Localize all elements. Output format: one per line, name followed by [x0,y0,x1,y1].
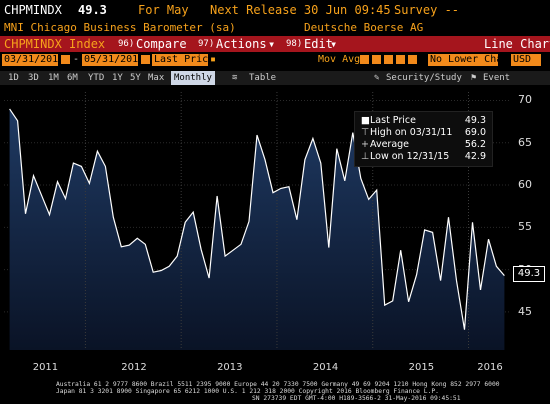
tee-up-icon: ⊤ [361,127,370,138]
square-icon: ■ [361,115,370,126]
series-description: MNI Chicago Business Barometer (sa) [4,21,236,34]
y-tick-label: 65 [518,135,532,149]
legend-label: High on 03/31/11 [370,127,453,138]
mov-avg-toggle[interactable] [372,55,381,64]
actions-num: 97) [198,39,215,49]
range-1m[interactable]: 1M [48,71,59,85]
x-tick-label: 2015 [408,362,435,373]
mov-avg-label[interactable]: Mov Avg [318,53,360,67]
end-date-field[interactable]: 05/31/2016 [82,54,144,66]
ticker-symbol: CHPMINDX [4,3,62,17]
edit-num: 98) [286,39,303,49]
next-release: Next Release 30 Jun 09:45 [210,3,391,17]
edit-button[interactable]: Edit [304,36,333,52]
x-tick-label: 2013 [217,362,243,373]
range-5y[interactable]: 5Y [130,71,141,85]
range-ytd[interactable]: YTD [88,71,104,85]
legend-high: ⊤ High on 03/31/11 69.0 [361,127,490,139]
chart-legend[interactable]: ■ Last Price 49.3 ⊤ High on 03/31/11 69.… [354,111,493,167]
chart-type-label[interactable]: Line Chart [484,36,550,52]
date-separator: - [73,54,80,65]
toolbar: CHPMINDX Index 96) Compare 97) Actions ▾… [0,36,550,52]
legend-last-price: ■ Last Price 49.3 [361,115,490,127]
edit-dropdown-icon: ▾ [330,37,338,51]
compare-num: 96) [118,39,135,49]
compare-button[interactable]: Compare [136,36,187,52]
legend-low: ⊥ Low on 12/31/15 42.9 [361,151,490,163]
plus-icon: + [361,139,369,150]
actions-dropdown-icon: ▾ [268,37,276,51]
footer-line-2: Japan 81 3 3201 8900 Singapore 65 6212 1… [56,388,439,395]
date-controls: 03/31/2011 - 05/31/2016 Last Price ▪ Mov… [0,53,550,67]
security-study-button[interactable]: Security/Study [386,71,462,85]
range-3d[interactable]: 3D [28,71,39,85]
currency-select[interactable]: USD [511,54,541,66]
actions-button[interactable]: Actions [216,36,267,52]
y-tick-label: 70 [518,93,532,107]
lower-chart-select[interactable]: No Lower Chart [428,54,514,66]
footer-line-1: Australia 61 2 9777 8600 Brazil 5511 239… [56,381,500,388]
line-icon: ▪ [210,54,217,65]
range-1y[interactable]: 1Y [112,71,123,85]
mov-avg-toggle[interactable] [408,55,417,64]
start-date-field[interactable]: 03/31/2011 [2,54,64,66]
footer-line-3: SN 273739 EDT GMT-4:00 H189-3566-2 31-Ma… [252,395,461,402]
last-price-tag: 49.3 [513,266,545,282]
footer: Australia 61 2 9777 8600 Brazil 5511 239… [0,379,550,404]
legend-average: + Average 56.2 [361,139,490,151]
x-tick-label: 2014 [312,362,339,373]
table-button[interactable]: Table [249,71,276,85]
data-source: Deutsche Boerse AG [304,21,424,34]
legend-value: 56.2 [464,139,486,150]
event-button[interactable]: Event [483,71,510,85]
event-icon: ⚑ [471,73,477,83]
calendar-icon[interactable] [141,55,150,64]
range-max[interactable]: Max [148,71,164,85]
tee-down-icon: ⊥ [361,151,370,162]
legend-label: Average [370,139,410,150]
frequency-select[interactable]: Monthly [171,71,215,85]
legend-label: Low on 12/31/15 [370,151,450,162]
description-row: MNI Chicago Business Barometer (sa) Deut… [0,20,550,35]
security-field[interactable]: CHPMINDX Index [4,36,105,52]
table-chart-icon: ≋ [232,73,238,83]
y-tick-label: 45 [518,304,532,318]
range-6m[interactable]: 6M [67,71,78,85]
last-value: 49.3 [78,3,107,17]
range-1d[interactable]: 1D [8,71,19,85]
y-tick-label: 55 [518,220,532,234]
legend-value: 49.3 [464,115,486,126]
legend-value: 69.0 [464,127,486,138]
legend-label: Last Price [370,115,416,126]
range-bar: 1D 3D 1M 6M YTD 1Y 5Y Max Monthly ≋ Tabl… [0,71,550,85]
survey-label: Survey -- [394,3,460,17]
mov-avg-toggle[interactable] [360,55,369,64]
y-tick-label: 60 [518,178,532,192]
calendar-icon[interactable] [61,55,70,64]
x-tick-label: 2016 [477,362,503,373]
legend-value: 42.9 [464,151,486,162]
security-header: CHPMINDX 49.3 For May Next Release 30 Ju… [0,0,550,20]
mov-avg-toggle[interactable] [396,55,405,64]
security-study-icon: ✎ [374,73,380,83]
mov-avg-toggle[interactable] [384,55,393,64]
period-label: For May [138,3,189,17]
price-field-select[interactable]: Last Price [152,54,214,66]
x-tick-label: 2011 [32,362,59,373]
x-tick-label: 2012 [121,362,147,373]
